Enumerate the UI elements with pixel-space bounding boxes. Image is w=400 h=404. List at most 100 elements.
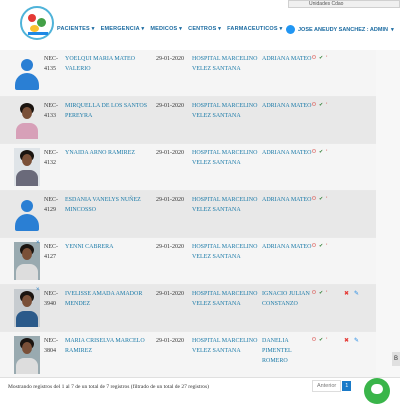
- hospital-link[interactable]: HOSPITAL MARCELINO VELEZ SANTANA: [192, 336, 266, 356]
- check-icon[interactable]: ✔: [319, 102, 323, 108]
- row-operations: ✖ ✎: [344, 337, 359, 344]
- record-id: NEC-4135: [44, 56, 58, 72]
- flag-icon[interactable]: ᶦ: [326, 290, 327, 296]
- status-alert-icon[interactable]: ʘ: [312, 290, 316, 296]
- record-date: 29-01-2020: [156, 56, 184, 62]
- table-row: NEC-4132 YNAIDA ARNO RAMIREZ 29-01-2020 HOS…: [0, 144, 376, 191]
- patient-name-link[interactable]: YENNI CABRERA: [65, 242, 155, 252]
- menu-centros[interactable]: CENTROS ▾: [188, 26, 221, 32]
- patient-name-link[interactable]: ESDANIA VANELYS NUÑEZ MINCOSSO: [65, 195, 155, 215]
- right-panel: [376, 50, 400, 380]
- status-alert-icon[interactable]: ʘ: [312, 196, 316, 202]
- doctor-link[interactable]: ADRIANA MATEO: [262, 242, 312, 252]
- prev-page-button[interactable]: Anterior: [312, 380, 342, 392]
- row-status-icons: ʘ ✔ ᶦ: [312, 149, 327, 155]
- flag-icon[interactable]: ᶦ: [326, 196, 327, 202]
- chat-icon[interactable]: [364, 378, 390, 404]
- row-status-icons: ʘ ✔ ᶦ: [312, 102, 327, 108]
- pagination: Anterior 1: [312, 380, 352, 392]
- chevron-down-icon: ▾: [390, 26, 394, 33]
- flag-icon[interactable]: ᶦ: [326, 337, 327, 343]
- user-avatar-icon: [286, 25, 295, 34]
- check-icon[interactable]: ✔: [319, 149, 323, 155]
- app-logo[interactable]: [20, 6, 54, 40]
- patient-photo: [14, 101, 40, 139]
- check-icon[interactable]: ✔: [319, 196, 323, 202]
- patient-name-link[interactable]: MIRQUELLA DE LOS SANTOS PEREYRA: [65, 101, 155, 121]
- hospital-link[interactable]: HOSPITAL MARCELINO VELEZ SANTANA: [192, 148, 266, 168]
- table-row: NEC-3940 IVELISSE AMADA AMADOR MENDEZ 29-0…: [0, 285, 376, 332]
- menu-emergencia[interactable]: EMERGENCIA ▾: [101, 26, 145, 32]
- row-status-icons: ʘ ✔ ᶦ: [312, 290, 327, 296]
- flag-icon[interactable]: ᶦ: [326, 102, 327, 108]
- row-operations: ✖ ✎: [344, 290, 359, 297]
- row-status-icons: ʘ ✔ ᶦ: [312, 196, 327, 202]
- patients-table: NEC-4135 YOELQUI MARIA MATEO VALERIO 29-01…: [0, 50, 376, 379]
- record-date: 29-01-2020: [156, 103, 184, 109]
- record-id: NEC-4127: [44, 244, 58, 260]
- flag-icon[interactable]: ᶦ: [326, 243, 327, 249]
- doctor-link[interactable]: ADRIANA MATEO: [262, 101, 312, 111]
- photo-close-icon[interactable]: ×: [36, 240, 40, 246]
- table-row: NEC-4129 ESDANIA VANELYS NUÑEZ MINCOSSO 29…: [0, 191, 376, 238]
- patient-photo: [14, 336, 40, 374]
- record-date: 29-01-2020: [156, 244, 184, 250]
- edit-pencil-icon[interactable]: ✎: [354, 337, 359, 344]
- hospital-link[interactable]: HOSPITAL MARCELINO VELEZ SANTANA: [192, 54, 266, 74]
- delete-icon[interactable]: ✖: [344, 337, 349, 344]
- records-info: Mostrando registros del 1 al 7 de un tot…: [8, 384, 210, 390]
- doctor-link[interactable]: ADRIANA MATEO: [262, 148, 312, 158]
- user-placeholder-icon: [14, 195, 40, 233]
- patient-name-link[interactable]: YOELQUI MARIA MATEO VALERIO: [65, 54, 155, 74]
- record-id: NEC-4133: [44, 103, 58, 119]
- status-alert-icon[interactable]: ʘ: [312, 337, 316, 343]
- table-row: NEC-3804 MARIA CRISELVA MARCELO RAMIREZ 29…: [0, 332, 376, 379]
- record-id: NEC-3804: [44, 338, 58, 354]
- menu-farmaceuticos[interactable]: FARMACEUTICOS ▾: [227, 26, 282, 32]
- main-menu: PACIENTES ▾ EMERGENCIA ▾ MEDICOS ▾ CENTR…: [57, 26, 282, 32]
- check-icon[interactable]: ✔: [319, 55, 323, 61]
- row-status-icons: ʘ ✔ ᶦ: [312, 337, 327, 343]
- photo-close-icon[interactable]: ×: [36, 287, 40, 293]
- status-alert-icon[interactable]: ʘ: [312, 243, 316, 249]
- hospital-link[interactable]: HOSPITAL MARCELINO VELEZ SANTANA: [192, 101, 266, 121]
- status-alert-icon[interactable]: ʘ: [312, 55, 316, 61]
- record-date: 29-01-2020: [156, 150, 184, 156]
- patient-name-link[interactable]: YNAIDA ARNO RAMIREZ: [65, 148, 155, 158]
- patient-photo: [14, 148, 40, 186]
- page-1-button[interactable]: 1: [342, 381, 352, 391]
- edit-pencil-icon[interactable]: ✎: [354, 290, 359, 297]
- side-button[interactable]: B: [392, 352, 400, 366]
- patient-photo: [14, 242, 40, 280]
- hospital-link[interactable]: HOSPITAL MARCELINO VELEZ SANTANA: [192, 242, 266, 262]
- patient-photo: [14, 289, 40, 327]
- table-row: NEC-4127 YENNI CABRERA 29-01-2020 HOSPITAL …: [0, 238, 376, 285]
- menu-pacientes[interactable]: PACIENTES ▾: [57, 26, 95, 32]
- hospital-link[interactable]: HOSPITAL MARCELINO VELEZ SANTANA: [192, 289, 266, 309]
- status-alert-icon[interactable]: ʘ: [312, 102, 316, 108]
- user-placeholder-icon: [14, 54, 40, 92]
- user-menu[interactable]: JOSE ANEUDY SANCHEZ : ADMIN ▾: [286, 25, 394, 34]
- record-date: 29-01-2020: [156, 197, 184, 203]
- user-name: JOSE ANEUDY SANCHEZ : ADMIN: [298, 26, 388, 33]
- delete-icon[interactable]: ✖: [344, 290, 349, 297]
- table-footer: Mostrando registros del 1 al 7 de un tot…: [0, 377, 400, 401]
- check-icon[interactable]: ✔: [319, 337, 323, 343]
- patient-name-link[interactable]: MARIA CRISELVA MARCELO RAMIREZ: [65, 336, 155, 356]
- check-icon[interactable]: ✔: [319, 243, 323, 249]
- record-date: 29-01-2020: [156, 291, 184, 297]
- doctor-link[interactable]: ADRIANA MATEO: [262, 54, 312, 64]
- record-id: NEC-3940: [44, 291, 58, 307]
- hospital-link[interactable]: HOSPITAL MARCELINO VELEZ SANTANA: [192, 195, 266, 215]
- check-icon[interactable]: ✔: [319, 290, 323, 296]
- doctor-link[interactable]: ADRIANA MATEO: [262, 195, 312, 205]
- row-status-icons: ʘ ✔ ᶦ: [312, 243, 327, 249]
- flag-icon[interactable]: ᶦ: [326, 55, 327, 61]
- status-alert-icon[interactable]: ʘ: [312, 149, 316, 155]
- doctor-link[interactable]: IGNACIO JULIAN CONSTANZO: [262, 289, 312, 309]
- doctor-link[interactable]: DANELIA PIMENTEL ROMERO: [262, 336, 312, 366]
- table-row: NEC-4135 YOELQUI MARIA MATEO VALERIO 29-01…: [0, 50, 376, 97]
- menu-medicos[interactable]: MEDICOS ▾: [150, 26, 182, 32]
- flag-icon[interactable]: ᶦ: [326, 149, 327, 155]
- patient-name-link[interactable]: IVELISSE AMADA AMADOR MENDEZ: [65, 289, 155, 309]
